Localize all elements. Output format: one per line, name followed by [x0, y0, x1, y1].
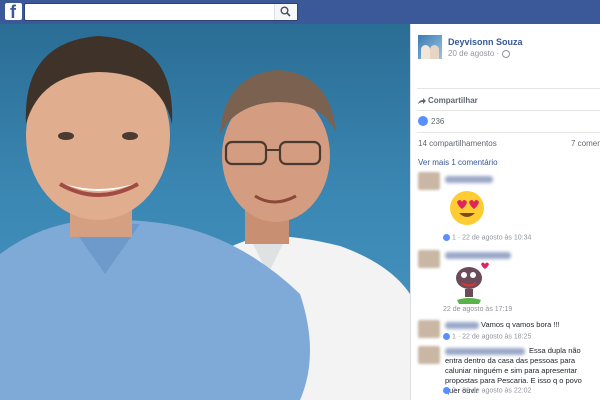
- commenter-name-redacted: [445, 176, 493, 183]
- search-input[interactable]: [24, 3, 298, 21]
- divider: [417, 88, 600, 89]
- like-reaction-icon[interactable]: [418, 116, 428, 126]
- comments-count[interactable]: 7 coment: [571, 139, 600, 148]
- search-button[interactable]: [274, 4, 297, 20]
- share-button[interactable]: Compartilhar: [417, 96, 478, 105]
- author-name[interactable]: Deyvisonn Souza: [448, 37, 523, 47]
- search-icon: [280, 6, 291, 17]
- top-navigation-bar: f: [0, 0, 600, 24]
- comment-meta[interactable]: 1 · 22 de agosto às 18:25: [443, 333, 531, 340]
- divider: [417, 110, 600, 111]
- comment-meta[interactable]: 1 · 22 de agosto às 10:34: [443, 234, 531, 241]
- commenter-name-redacted: [445, 322, 479, 329]
- heart-eyes-emoji: [450, 191, 484, 225]
- photo-illustration: [0, 36, 410, 400]
- post-date[interactable]: 20 de agosto ·: [448, 49, 511, 58]
- facebook-logo-icon[interactable]: f: [5, 3, 22, 20]
- author-avatar[interactable]: [418, 35, 442, 59]
- commenter-avatar[interactable]: [418, 172, 440, 190]
- commenter-avatar[interactable]: [418, 320, 440, 338]
- likes-count[interactable]: 236: [431, 117, 444, 126]
- post-photo[interactable]: [0, 24, 410, 400]
- divider: [417, 132, 600, 133]
- like-icon: [443, 333, 450, 340]
- globe-icon: [502, 49, 511, 58]
- comment-meta[interactable]: 22 de agosto às 17:19: [443, 306, 512, 313]
- like-icon: [443, 234, 450, 241]
- commenter-avatar[interactable]: [418, 250, 440, 268]
- share-arrow-icon: [418, 97, 426, 104]
- view-more-comments-link[interactable]: Ver mais 1 comentário: [418, 158, 498, 167]
- post-side-panel: Deyvisonn Souza 20 de agosto · Compartil…: [410, 24, 600, 400]
- commenter-avatar[interactable]: [418, 346, 440, 364]
- commenter-name-redacted: [445, 252, 511, 259]
- shares-count[interactable]: 14 compartilhamentos: [418, 139, 497, 148]
- cartoon-heart-sticker: [456, 262, 489, 304]
- comment-meta[interactable]: 2 · 22 de agosto às 22:02: [443, 387, 531, 394]
- comment-text: Vamos q vamos bora !!!: [481, 320, 560, 329]
- like-icon: [443, 387, 450, 394]
